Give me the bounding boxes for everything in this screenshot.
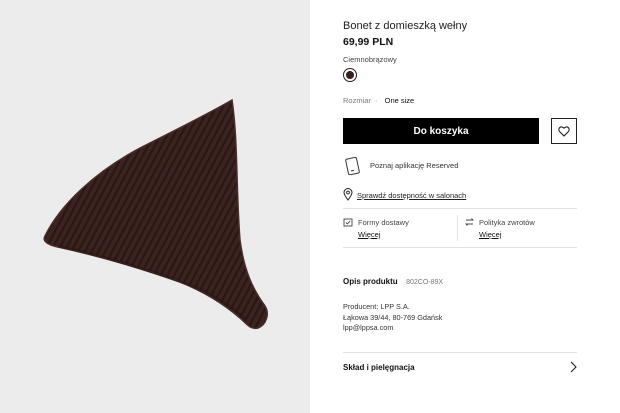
producer-address: Łąkowa 39/44, 80-769 Gdańsk: [343, 312, 443, 322]
box-check-icon: [343, 218, 353, 227]
hat-image: [43, 98, 268, 330]
product-title: Bonet z domieszką wełny: [343, 20, 468, 32]
returns-info: Polityka zwrotów Więcej: [464, 215, 577, 245]
returns-label: Polityka zwrotów: [479, 218, 535, 227]
swatch-dot: [346, 71, 354, 79]
add-to-cart-button[interactable]: Do koszyka: [343, 118, 539, 144]
delivery-label: Formy dostawy: [358, 218, 409, 227]
care-label: Skład i pielęgnacja: [343, 363, 415, 372]
delivery-info: Formy dostawy Więcej: [343, 215, 453, 245]
product-code: 802CO-89X: [406, 279, 444, 286]
size-separator: ·: [375, 96, 378, 105]
composition-care-accordion[interactable]: Skład i pielęgnacja: [343, 358, 577, 378]
heart-icon: [558, 125, 570, 137]
chevron-right-icon: [570, 361, 577, 373]
product-description-header: Opis produktu 802CO-89X: [343, 271, 443, 289]
product-price: 69,99 PLN: [343, 36, 394, 48]
product-image[interactable]: [0, 0, 310, 413]
divider: [343, 247, 577, 248]
wishlist-button[interactable]: [551, 118, 577, 144]
delivery-more-link[interactable]: Więcej: [358, 230, 381, 239]
vertical-divider: [457, 215, 458, 241]
app-promo[interactable]: Poznaj aplikację Reserved: [343, 157, 577, 175]
location-pin-icon: [343, 188, 353, 201]
color-name: Ciemnobrązowy: [343, 55, 397, 64]
product-details: Bonet z domieszką wełny 69,99 PLN Ciemno…: [343, 0, 577, 413]
divider: [343, 352, 577, 353]
return-arrows-icon: [464, 218, 475, 226]
description-heading: Opis produktu: [343, 277, 398, 286]
store-availability-text: Sprawdź dostępność w salonach: [357, 191, 467, 200]
producer-name: Producent: LPP S.A.: [343, 302, 410, 311]
size-value: One size: [384, 96, 415, 105]
phone-icon: [345, 157, 360, 175]
size-info: Rozmiar · One size: [343, 96, 414, 105]
app-promo-text: Poznaj aplikację Reserved: [370, 161, 459, 170]
producer-info: Producent: LPP S.A. Łąkowa 39/44, 80-769…: [343, 302, 442, 334]
producer-email: lpp@lppsa.com: [343, 323, 394, 332]
size-label: Rozmiar: [343, 96, 371, 105]
divider: [343, 208, 577, 209]
color-swatch[interactable]: [343, 68, 357, 82]
returns-more-link[interactable]: Więcej: [479, 230, 502, 239]
